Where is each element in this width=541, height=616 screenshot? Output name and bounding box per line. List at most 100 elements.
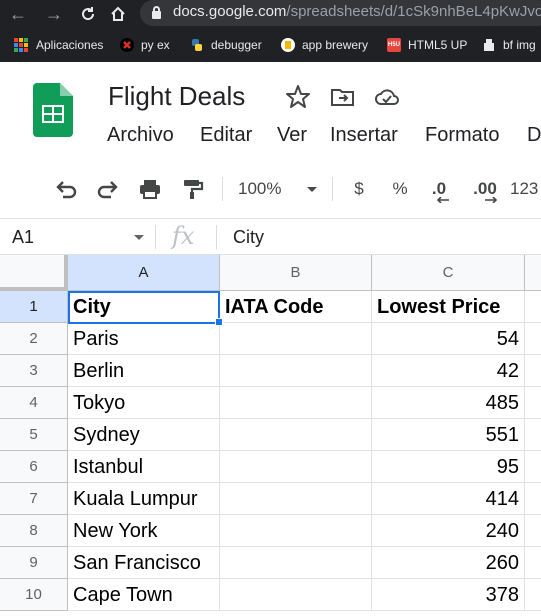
apps-grid-icon	[14, 38, 28, 52]
cell-b[interactable]	[220, 419, 372, 451]
back-arrow-icon[interactable]: ←	[6, 2, 30, 26]
print-icon[interactable]	[136, 177, 164, 201]
currency-format-button[interactable]: $	[348, 177, 370, 201]
cell-d[interactable]	[525, 547, 541, 579]
document-title[interactable]: Flight Deals	[108, 81, 245, 112]
cell-d[interactable]	[525, 323, 541, 355]
chevron-down-icon[interactable]	[302, 177, 322, 201]
star-icon[interactable]	[285, 84, 311, 110]
cell-c[interactable]: 414	[372, 483, 525, 515]
column-header-c[interactable]: C	[372, 255, 525, 291]
row-header[interactable]: 4	[0, 387, 68, 419]
row-header[interactable]: 1	[0, 291, 68, 323]
redo-icon[interactable]	[94, 177, 122, 201]
bookmark-bf-img[interactable]: bf img	[482, 34, 536, 56]
paint-format-icon[interactable]	[178, 177, 206, 201]
cell-b[interactable]	[220, 547, 372, 579]
sheets-logo-icon[interactable]	[33, 83, 73, 137]
name-box[interactable]: A1	[12, 227, 34, 248]
cell-a[interactable]: San Francisco	[68, 547, 220, 579]
menu-insertar[interactable]: Insertar	[330, 124, 398, 147]
bookmark-py-ex[interactable]: py ex	[120, 34, 170, 56]
home-icon[interactable]	[106, 2, 130, 26]
cell-d[interactable]	[525, 483, 541, 515]
row-header[interactable]: 2	[0, 323, 68, 355]
increase-decimal-button[interactable]: .00	[468, 177, 502, 203]
bookmark-label: debugger	[211, 38, 262, 52]
cell-b[interactable]	[220, 515, 372, 547]
cell-a[interactable]: City	[68, 291, 220, 323]
bookmark-apps[interactable]: Aplicaciones	[14, 34, 103, 56]
brewery-icon	[281, 38, 295, 52]
row-header[interactable]: 5	[0, 419, 68, 451]
menu-archivo[interactable]: Archivo	[107, 124, 174, 147]
row-header[interactable]: 8	[0, 515, 68, 547]
column-header-d[interactable]	[525, 255, 541, 291]
cell-c[interactable]: 260	[372, 547, 525, 579]
cell-b[interactable]	[220, 323, 372, 355]
cell-b[interactable]	[220, 355, 372, 387]
fill-handle[interactable]	[215, 318, 223, 326]
cell-d[interactable]	[525, 387, 541, 419]
bookmark-debugger[interactable]: debugger	[190, 34, 262, 56]
cell-c[interactable]: 551	[372, 419, 525, 451]
cell-c[interactable]: 485	[372, 387, 525, 419]
cell-b[interactable]	[220, 483, 372, 515]
undo-icon[interactable]	[52, 177, 80, 201]
column-header-a[interactable]: A	[68, 255, 220, 291]
row-header[interactable]: 3	[0, 355, 68, 387]
cell-c[interactable]: 54	[372, 323, 525, 355]
cell-a[interactable]: Paris	[68, 323, 220, 355]
cloud-saved-icon[interactable]	[374, 84, 400, 110]
cell-a[interactable]: Istanbul	[68, 451, 220, 483]
percent-format-button[interactable]: %	[388, 177, 412, 201]
cell-c[interactable]: 378	[372, 579, 525, 611]
url-bar[interactable]: docs.google.com/spreadsheets/d/1cSk9nhBe…	[140, 0, 541, 26]
cell-a[interactable]: Sydney	[68, 419, 220, 451]
cell-a[interactable]: Berlin	[68, 355, 220, 387]
decrease-decimal-button[interactable]: .0	[424, 177, 454, 203]
url-text: docs.google.com/spreadsheets/d/1cSk9nhBe…	[173, 3, 541, 20]
menu-ver[interactable]: Ver	[277, 124, 307, 147]
zoom-select[interactable]: 100%	[238, 177, 294, 201]
cell-a[interactable]: Tokyo	[68, 387, 220, 419]
menu-editar[interactable]: Editar	[200, 124, 252, 147]
bookmark-label: HTML5 UP	[408, 38, 468, 52]
cell-b[interactable]	[220, 451, 372, 483]
more-formats-button[interactable]: 123	[510, 177, 541, 201]
cell-d[interactable]	[525, 291, 541, 323]
cell-c[interactable]: 95	[372, 451, 525, 483]
bookmark-app-brewery[interactable]: app brewery	[281, 34, 368, 56]
row-header[interactable]: 9	[0, 547, 68, 579]
cell-c[interactable]: Lowest Price	[372, 291, 525, 323]
cell-c[interactable]: 42	[372, 355, 525, 387]
cell-a[interactable]: Cape Town	[68, 579, 220, 611]
row-header[interactable]: 7	[0, 483, 68, 515]
cell-d[interactable]	[525, 419, 541, 451]
bookmark-html5up[interactable]: H5U HTML5 UP	[387, 34, 467, 56]
spreadsheet-grid: A B C 1 City IATA Code Lowest Price 2 Paris 54…	[0, 255, 541, 616]
cell-d[interactable]	[525, 451, 541, 483]
reload-icon[interactable]	[76, 2, 100, 26]
formula-separator	[216, 225, 217, 249]
move-folder-icon[interactable]	[330, 84, 356, 110]
chevron-down-icon[interactable]	[134, 235, 144, 240]
cell-a[interactable]: Kuala Lumpur	[68, 483, 220, 515]
cell-d[interactable]	[525, 515, 541, 547]
cell-b[interactable]	[220, 387, 372, 419]
cell-d[interactable]	[525, 355, 541, 387]
forward-arrow-icon[interactable]: →	[42, 2, 66, 26]
bookmark-label: bf img	[503, 38, 536, 52]
select-all-corner[interactable]	[0, 255, 68, 291]
formula-input[interactable]: City	[233, 227, 264, 248]
menu-formato[interactable]: Formato	[425, 124, 499, 147]
cell-b[interactable]	[220, 579, 372, 611]
row-header[interactable]: 6	[0, 451, 68, 483]
cell-c[interactable]: 240	[372, 515, 525, 547]
cell-a[interactable]: New York	[68, 515, 220, 547]
cell-d[interactable]	[525, 579, 541, 611]
row-header[interactable]: 10	[0, 579, 68, 611]
menu-datos[interactable]: D	[527, 124, 541, 147]
column-header-b[interactable]: B	[220, 255, 372, 291]
cell-b[interactable]: IATA Code	[220, 291, 372, 323]
